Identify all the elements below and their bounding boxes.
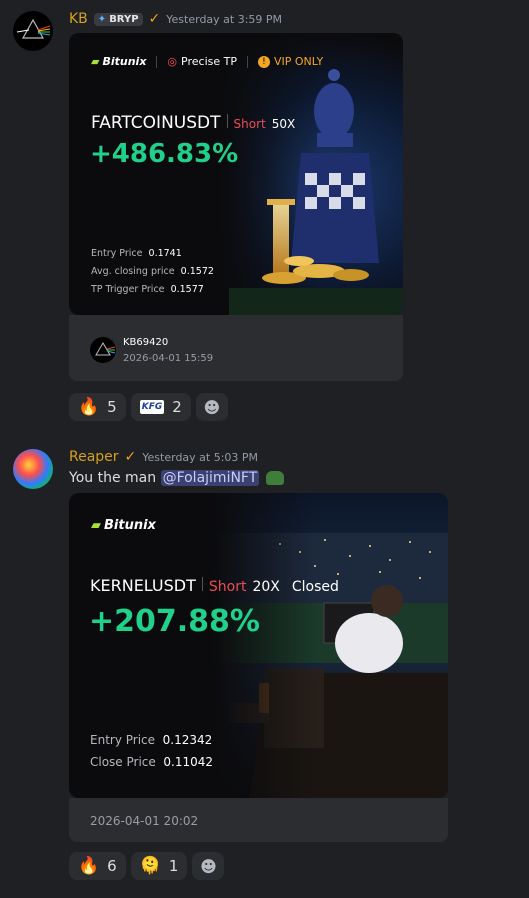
- reactions: 🔥 6 🫠 1 ☻: [69, 852, 225, 880]
- price-rows: Entry Price 0.12342 Close Price 0.11042: [90, 729, 213, 773]
- reaction-fire[interactable]: 🔥 6: [69, 852, 126, 880]
- footer-datetime: 2026-04-01 15:59: [123, 353, 214, 364]
- kfg-emoji-icon: KFG: [139, 400, 165, 414]
- add-reaction-button[interactable]: ☻: [192, 852, 225, 880]
- bitunix-icon: ▰: [91, 518, 101, 533]
- footer-datetime: 2026-04-01 20:02: [90, 814, 199, 828]
- pepe-emoji-icon: [265, 471, 284, 485]
- reaction-count: 6: [107, 857, 117, 875]
- divider: [201, 577, 203, 591]
- divider: [156, 55, 158, 68]
- pnl-percent: +486.83%: [90, 139, 239, 169]
- verified-check-icon: ✓: [148, 11, 161, 27]
- reaction-face[interactable]: 🫠 1: [130, 852, 188, 880]
- bitunix-icon: ▰: [91, 55, 100, 68]
- entry-price-row: Entry Price 0.1741: [91, 248, 182, 259]
- user-mention[interactable]: @FolajimiNFT: [160, 470, 260, 486]
- card-footer: KB69420 2026-04-01 15:59: [69, 315, 403, 381]
- message-kb: KB ✦ BRYP ✓ Yesterday at 3:59 PM ▰ Bitun…: [0, 0, 529, 430]
- status: Closed: [291, 579, 339, 595]
- leverage: 20X: [252, 579, 280, 595]
- timestamp: Yesterday at 5:03 PM: [142, 450, 259, 464]
- verified-check-icon: ✓: [124, 449, 137, 465]
- prism-icon: [16, 18, 51, 39]
- fire-icon: 🔥: [78, 855, 100, 876]
- smiley-icon: ☻: [203, 397, 221, 417]
- vip-icon: !: [257, 55, 270, 68]
- diamond-icon: ✦: [97, 13, 107, 25]
- reaction-fire[interactable]: 🔥 5: [69, 393, 126, 421]
- add-reaction-button[interactable]: ☻: [195, 393, 228, 421]
- side: Short: [208, 579, 247, 595]
- footer-avatar: [90, 337, 116, 363]
- bitunix-logo: ▰ Bitunix: [91, 55, 147, 68]
- pnl-card[interactable]: ▰ Bitunix ◎ Precise TP ! VIP ONLY FARTCO…: [69, 33, 403, 315]
- reaction-count: 5: [107, 398, 117, 416]
- timestamp: Yesterday at 3:59 PM: [166, 12, 283, 26]
- target-icon: ◎: [167, 55, 178, 68]
- card-footer: 2026-04-01 20:02: [69, 798, 448, 842]
- divider: [246, 55, 248, 68]
- city-night-illustration: [69, 493, 448, 798]
- side: Short: [233, 117, 266, 131]
- price-rows: Entry Price 0.1741 Avg. closing price 0.…: [91, 245, 214, 299]
- entry-price-row: Entry Price 0.12342: [90, 733, 213, 747]
- pair: FARTCOINUSDT: [91, 113, 221, 133]
- reaction-kfg[interactable]: KFG 2: [130, 393, 191, 421]
- footer-user: KB69420: [123, 337, 169, 348]
- pnl-card[interactable]: ▰ Bitunix KERNELUSDT Short 20X Closed +2…: [69, 493, 448, 798]
- pair: KERNELUSDT: [90, 576, 196, 595]
- smiley-icon: ☻: [200, 856, 217, 876]
- card-header: ▰ Bitunix ◎ Precise TP ! VIP ONLY: [91, 55, 323, 68]
- close-price-row: Close Price 0.11042: [90, 755, 214, 769]
- pair-row: KERNELUSDT Short 20X Closed: [90, 576, 339, 595]
- fire-icon: 🔥: [78, 396, 100, 417]
- divider: [226, 114, 228, 128]
- username[interactable]: KB: [69, 11, 88, 27]
- reaction-count: 1: [168, 857, 179, 875]
- username[interactable]: Reaper: [69, 449, 119, 465]
- avg-closing-row: Avg. closing price 0.1572: [91, 266, 214, 277]
- pair-row: FARTCOINUSDT Short 50X: [91, 113, 295, 133]
- guild-tag-label: BRYP: [109, 13, 139, 25]
- message-text: You the man @FolajimiNFT: [69, 470, 284, 486]
- reactions: 🔥 5 KFG 2 ☻: [69, 393, 228, 421]
- reaction-count: 2: [172, 398, 182, 416]
- tp-trigger-row: TP Trigger Price 0.1577: [91, 284, 204, 295]
- vip-badge: ! VIP ONLY: [257, 55, 323, 68]
- leverage: 50X: [271, 117, 296, 131]
- bitunix-logo: ▰ Bitunix: [91, 518, 156, 533]
- prism-icon: [95, 342, 116, 356]
- melting-face-icon: 🫠: [139, 855, 161, 876]
- guild-tag[interactable]: ✦ BRYP: [93, 12, 143, 26]
- precise-tp-badge: ◎ Precise TP: [167, 55, 237, 68]
- avatar[interactable]: [13, 449, 53, 489]
- pnl-percent: +207.88%: [89, 604, 260, 639]
- avatar[interactable]: [13, 11, 53, 51]
